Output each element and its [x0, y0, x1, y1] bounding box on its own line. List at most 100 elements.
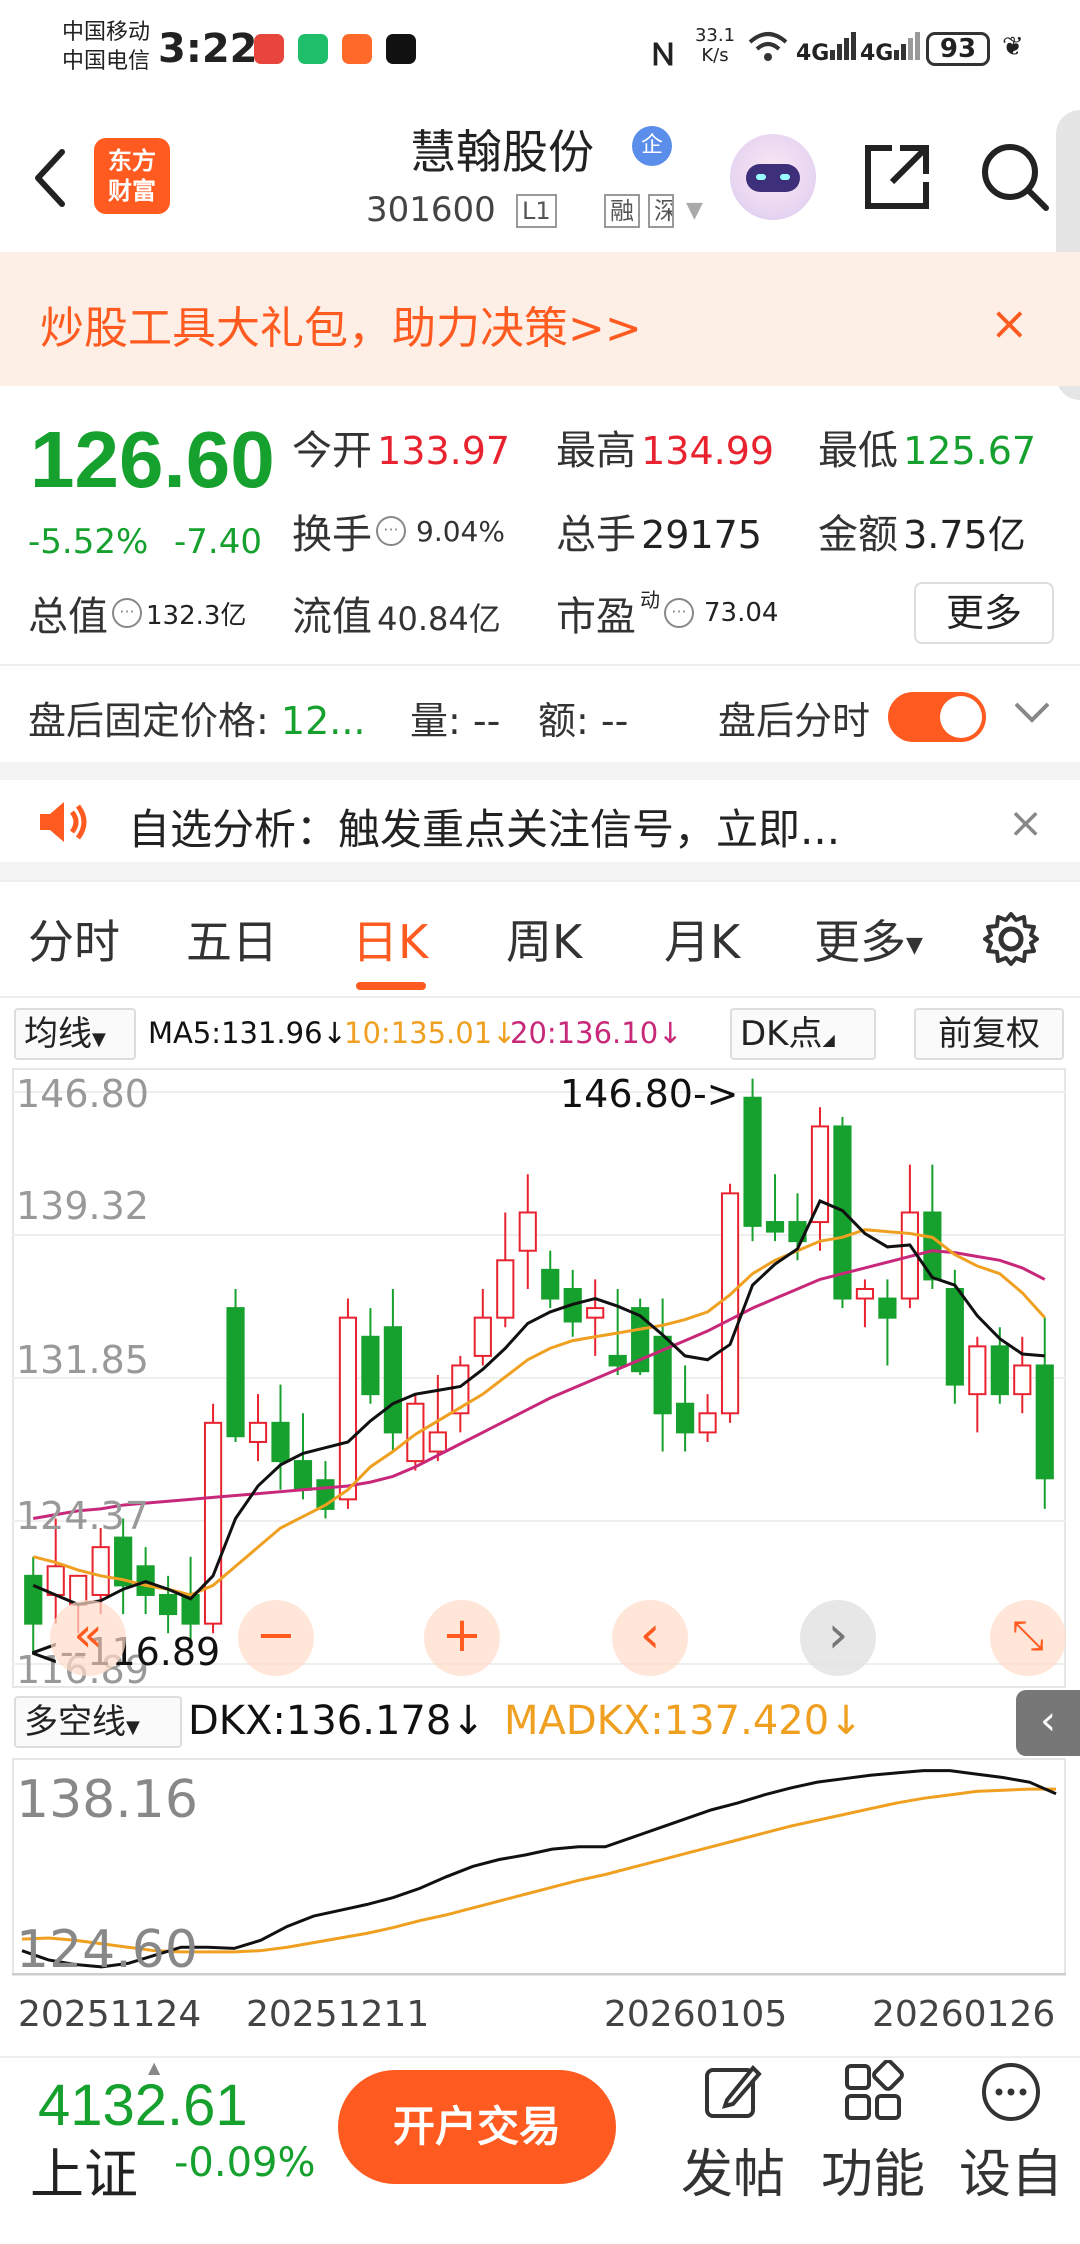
- status-bar: 中国移动 中国电信 3:22 Ｎ 33.1 K/s 4G 4G 93 ❦: [0, 0, 1080, 100]
- index-name[interactable]: 上证: [30, 2130, 138, 2209]
- stock-name[interactable]: 慧翰股份: [410, 116, 594, 182]
- more-button[interactable]: 更多: [914, 582, 1054, 644]
- signal-icon-2: 4G: [860, 30, 921, 66]
- close-icon[interactable]: ×: [1008, 798, 1043, 847]
- caret-down-icon: ▼: [906, 933, 923, 958]
- tab-more[interactable]: 更多▼: [814, 906, 923, 972]
- logo-line-2: 财富: [108, 177, 156, 205]
- zoom-out-button[interactable]: −: [238, 1600, 314, 1676]
- notification-app-icon: [342, 34, 372, 64]
- tiktok-icon: [386, 34, 416, 64]
- ma10-value: 10:135.01↓: [344, 1016, 517, 1050]
- ma-selector[interactable]: 均线▼: [14, 1008, 136, 1060]
- fullscreen-button[interactable]: ⤡: [990, 1600, 1066, 1676]
- amount-stat: 金额 3.75亿: [818, 502, 1026, 560]
- functions-button[interactable]: 功能: [808, 2059, 938, 2207]
- tab-more-label: 更多: [814, 915, 906, 969]
- candle-down: [878, 1297, 897, 1319]
- turnover-value: 9.04%: [416, 514, 505, 548]
- tab-monthly-k[interactable]: 月K: [664, 906, 740, 972]
- tab-weekly-k[interactable]: 周K: [506, 906, 582, 972]
- candle-up: [810, 1125, 830, 1224]
- market-tag: 深: [648, 194, 674, 228]
- alert-text[interactable]: 自选分析：触发重点关注信号，立即...: [128, 796, 840, 857]
- candle-down: [990, 1345, 1009, 1396]
- date-label: 20260105: [604, 1994, 788, 2035]
- indicator-selector[interactable]: 多空线▼: [14, 1696, 182, 1748]
- float-label: 流值: [292, 594, 372, 640]
- index-value[interactable]: 4132.61: [38, 2072, 248, 2139]
- after-hours-label: 盘后固定价格:: [28, 699, 269, 743]
- candle-down: [541, 1268, 560, 1300]
- signal-1-label: 4G: [796, 41, 830, 66]
- after-amt-value: --: [600, 699, 629, 743]
- tab-daily-k[interactable]: 日K: [352, 906, 428, 972]
- open-label: 今开: [292, 428, 372, 474]
- scroll-right-button[interactable]: ›: [800, 1600, 876, 1676]
- amount-label: 金额: [818, 512, 898, 558]
- after-hours-value: 12...: [280, 699, 366, 743]
- candle-up: [338, 1316, 358, 1501]
- adjust-selector[interactable]: 前复权: [914, 1008, 1064, 1060]
- candle-down: [945, 1287, 964, 1386]
- volume-label: 总手: [556, 512, 636, 558]
- candle-up: [428, 1431, 447, 1453]
- scroll-left-fast-button[interactable]: «: [50, 1600, 126, 1676]
- tab-timeshare[interactable]: 分时: [28, 906, 120, 972]
- carrier-labels: 中国移动 中国电信: [62, 18, 150, 76]
- scroll-left-button[interactable]: ‹: [612, 1600, 688, 1676]
- search-icon[interactable]: [978, 140, 1052, 218]
- after-hours-amt: 额: --: [538, 690, 628, 745]
- open-account-trade-button[interactable]: 开户交易: [338, 2070, 616, 2184]
- low-value: 125.67: [903, 429, 1037, 473]
- open-value: 133.97: [377, 429, 511, 473]
- change-amount: -7.40: [174, 522, 262, 562]
- change-percent: -5.52%: [28, 522, 149, 562]
- ai-assistant-icon[interactable]: [730, 134, 816, 220]
- collapse-panel-button[interactable]: ‹: [1016, 1690, 1080, 1756]
- battery-icon: 93: [926, 32, 990, 66]
- chevron-down-icon[interactable]: [1012, 696, 1052, 730]
- logo-line-1: 东方: [108, 147, 156, 175]
- high-label: 最高: [556, 428, 636, 474]
- ma-selector-label: 均线: [24, 1014, 92, 1054]
- candle-up: [1013, 1364, 1032, 1396]
- candle-down: [24, 1574, 43, 1625]
- ma20-value: 20:136.10↓: [510, 1016, 683, 1050]
- after-qty-value: --: [472, 699, 501, 743]
- candle-up: [855, 1287, 875, 1300]
- tab-five-day[interactable]: 五日: [186, 906, 278, 972]
- after-amt-label: 额:: [538, 699, 589, 743]
- info-icon[interactable]: ···: [112, 598, 142, 628]
- info-icon[interactable]: ···: [664, 598, 694, 628]
- high-stat: 最高 134.99: [556, 418, 774, 476]
- close-icon[interactable]: ×: [990, 296, 1029, 350]
- candle-up: [203, 1421, 223, 1625]
- candle-up: [473, 1316, 492, 1357]
- candle-down: [271, 1421, 290, 1463]
- promo-banner-text[interactable]: 炒股工具大礼包，助力决策>>: [40, 292, 642, 356]
- divider: [0, 664, 1080, 666]
- chevron-down-icon[interactable]: ▼: [686, 198, 703, 223]
- turnover-label: 换手: [292, 512, 372, 558]
- info-icon[interactable]: ···: [376, 516, 406, 546]
- signal-icon-1: 4G: [796, 30, 857, 66]
- zoom-in-button[interactable]: +: [424, 1600, 500, 1676]
- candle-up: [968, 1345, 987, 1396]
- candle-up: [248, 1421, 268, 1443]
- after-hours-toggle[interactable]: [888, 692, 986, 742]
- index-change[interactable]: -0.09%: [174, 2140, 316, 2186]
- ma20-line: [32, 1249, 1046, 1520]
- custom-button[interactable]: 设自: [946, 2060, 1076, 2207]
- share-icon[interactable]: [862, 142, 932, 216]
- pe-value: 73.04: [704, 598, 779, 628]
- dk-selector[interactable]: DK点◢: [730, 1008, 876, 1060]
- settings-icon[interactable]: [982, 910, 1040, 972]
- back-icon[interactable]: [30, 148, 70, 208]
- candle-up: [496, 1259, 515, 1319]
- kline-chart-svg[interactable]: [12, 1068, 1066, 1688]
- leaf-icon: ❦: [1002, 32, 1024, 62]
- speaker-icon: [36, 800, 92, 848]
- stock-code: 301600: [366, 190, 496, 230]
- post-button[interactable]: 发帖: [668, 2060, 798, 2207]
